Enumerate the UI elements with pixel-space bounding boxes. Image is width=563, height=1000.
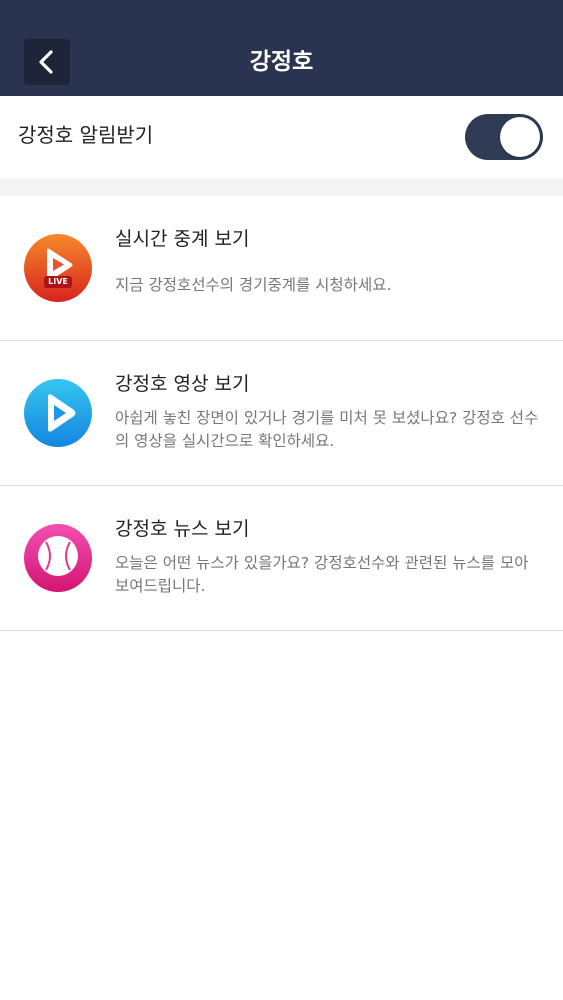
- notification-setting-row: 강정호 알림받기: [0, 96, 563, 178]
- menu-item-live[interactable]: LIVE 실시간 중계 보기 지금 강정호선수의 경기중계를 시청하세요.: [0, 196, 563, 341]
- notification-toggle[interactable]: [465, 114, 543, 160]
- item-title: 강정호 영상 보기: [115, 373, 250, 395]
- video-play-icon: [24, 379, 92, 447]
- item-title: 실시간 중계 보기: [115, 228, 250, 250]
- menu-item-video[interactable]: 강정호 영상 보기 아쉽게 놓친 장면이 있거나 경기를 미처 못 보셨나요? …: [0, 341, 563, 486]
- live-badge-text: LIVE: [48, 277, 68, 286]
- app-header: 강정호: [0, 0, 563, 96]
- screen: 강정호 강정호 알림받기 LIVE 실시간 중계 보기 지금 강정호선수의 경기…: [0, 0, 563, 1000]
- baseball-icon: [24, 524, 92, 592]
- toggle-knob: [500, 117, 540, 157]
- menu-item-news[interactable]: 강정호 뉴스 보기 오늘은 어떤 뉴스가 있을가요? 강정호선수와 관련된 뉴스…: [0, 486, 563, 631]
- notification-label: 강정호 알림받기: [18, 123, 154, 147]
- page-title: 강정호: [249, 49, 314, 75]
- item-description: 아쉽게 놓친 장면이 있거나 경기를 미처 못 보셨나요? 강정호 선수의 영상…: [115, 409, 539, 450]
- item-description: 오늘은 어떤 뉴스가 있을가요? 강정호선수와 관련된 뉴스를 모아 보여드립니…: [115, 554, 529, 595]
- section-divider: [0, 178, 563, 196]
- live-play-icon: LIVE: [24, 234, 92, 302]
- item-description: 지금 강정호선수의 경기중계를 시청하세요.: [115, 276, 392, 294]
- item-title: 강정호 뉴스 보기: [115, 518, 250, 540]
